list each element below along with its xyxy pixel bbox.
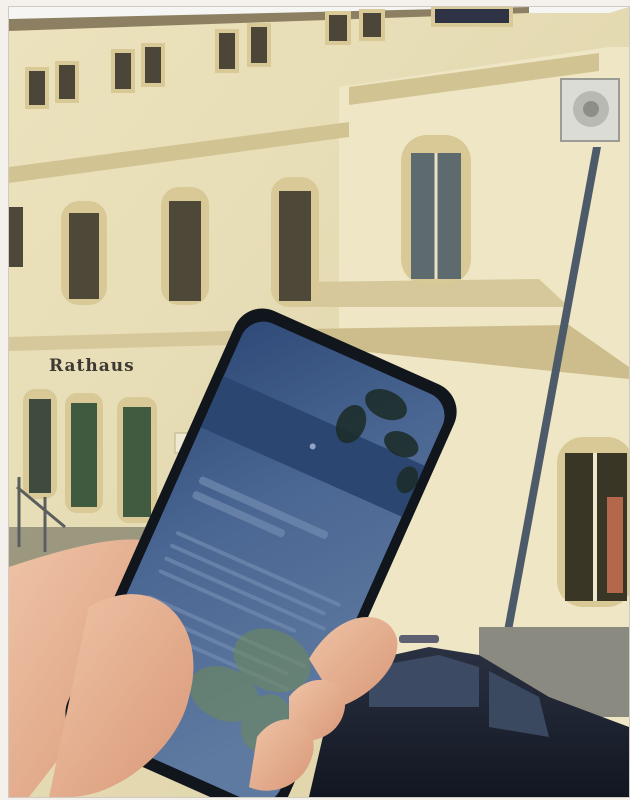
photo-frame: Rathaus <box>8 6 630 798</box>
building-sign: Rathaus <box>49 356 135 376</box>
street-photo: Rathaus <box>9 7 629 797</box>
air-conditioner <box>560 78 620 142</box>
lower-right-window <box>557 437 629 607</box>
